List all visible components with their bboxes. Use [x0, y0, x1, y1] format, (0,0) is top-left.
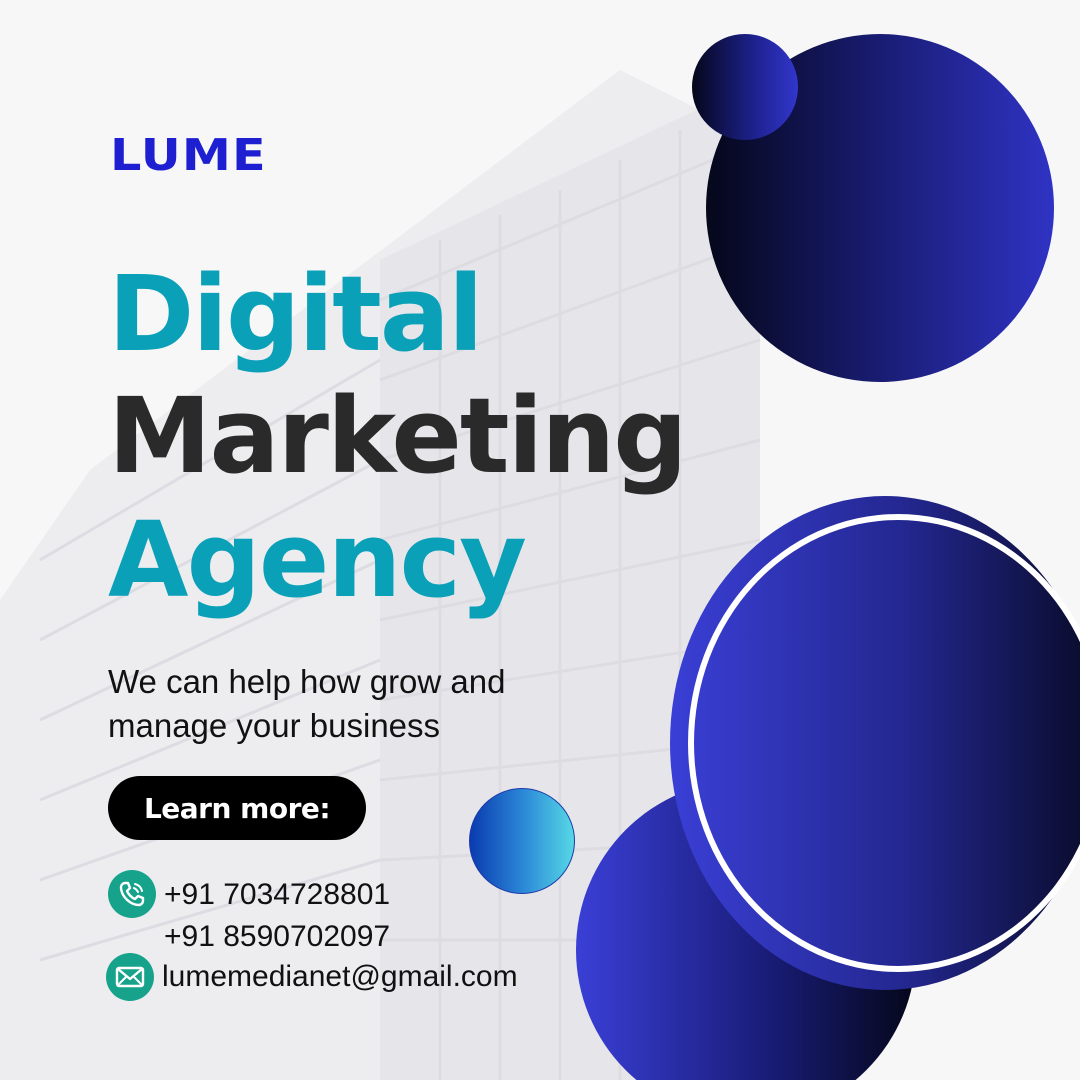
decor-circle-small-cyan [469, 788, 575, 894]
email-address[interactable]: lumemedianet@gmail.com [162, 962, 518, 992]
headline-line-3: Agency [108, 499, 527, 621]
mail-icon [106, 953, 154, 1001]
phone-number-1[interactable]: +91 7034728801 [164, 880, 390, 910]
phone-glyph-icon [119, 881, 145, 907]
poster-canvas: LUME Digital Marketing Agency We can hel… [0, 0, 1080, 1080]
phone-icon [108, 870, 156, 918]
tagline-line-1: We can help how grow and [108, 663, 506, 700]
learn-more-button[interactable]: Learn more: [108, 776, 366, 840]
brand-logo: LUME [110, 130, 267, 181]
tagline: We can help how grow and manage your bus… [108, 660, 588, 748]
tagline-line-2: manage your business [108, 707, 441, 744]
decor-circle-top-small [692, 34, 798, 140]
envelope-glyph-icon [115, 966, 145, 988]
phone-number-2[interactable]: +91 8590702097 [164, 922, 390, 952]
headline-line-2: Marketing [108, 375, 688, 497]
headline-line-1: Digital [108, 253, 484, 375]
